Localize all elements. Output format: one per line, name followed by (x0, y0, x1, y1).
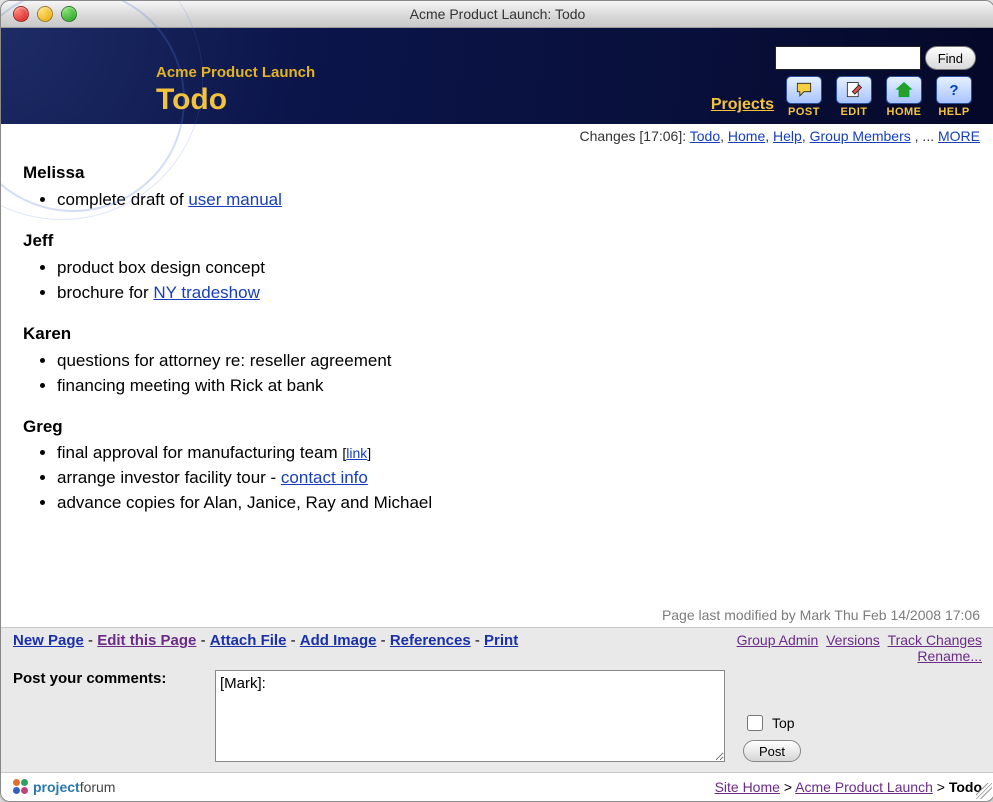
toolbar-label: HOME (887, 106, 922, 118)
page-title: Todo (156, 85, 315, 115)
page-admin-link[interactable]: Group Admin (737, 632, 819, 648)
content-link[interactable]: link (346, 445, 367, 461)
find-button[interactable]: Find (925, 46, 976, 70)
page-action-link[interactable]: Attach File (210, 632, 287, 649)
search-form: Find (775, 46, 976, 70)
section-heading: Greg (23, 416, 974, 439)
page-actions-right: Group Admin Versions Track ChangesRename… (737, 632, 982, 664)
breadcrumb-current: Todo (949, 779, 982, 795)
changes-link[interactable]: Home (728, 128, 765, 144)
content-text: brochure for (57, 283, 153, 302)
toolbar-label: EDIT (840, 106, 867, 118)
todo-item: arrange investor facility tour - contact… (57, 467, 974, 490)
content-link[interactable]: user manual (188, 190, 282, 209)
todo-item: financing meeting with Rick at bank (57, 375, 974, 398)
top-checkbox[interactable] (747, 715, 763, 731)
last-modified: Page last modified by Mark Thu Feb 14/20… (1, 603, 993, 627)
todo-list: final approval for manufacturing team [l… (57, 442, 974, 515)
page-admin-link[interactable]: Rename... (917, 648, 982, 664)
todo-item: questions for attorney re: reseller agre… (57, 350, 974, 373)
changes-prefix: Changes [17:06]: (579, 128, 689, 144)
help-button[interactable]: ? HELP (932, 76, 976, 118)
changes-link[interactable]: Todo (690, 128, 720, 144)
comment-textarea[interactable] (215, 670, 725, 762)
page-admin-link[interactable]: Versions (826, 632, 880, 648)
edit-button[interactable]: EDIT (832, 76, 876, 118)
window-title: Acme Product Launch: Todo (410, 6, 586, 22)
content-text: advance copies for Alan, Janice, Ray and… (57, 493, 432, 512)
post-button[interactable]: POST (782, 76, 826, 118)
content-text: ] (367, 445, 371, 461)
content-text: arrange investor facility tour - (57, 468, 281, 487)
brand[interactable]: projectforum (13, 779, 115, 795)
content-link[interactable]: contact info (281, 468, 368, 487)
todo-item: advance copies for Alan, Janice, Ray and… (57, 492, 974, 515)
projects-link[interactable]: Projects (711, 96, 774, 114)
project-name: Acme Product Launch (156, 64, 315, 81)
top-checkbox-row[interactable]: Top (743, 712, 801, 734)
content-link[interactable]: NY tradeshow (153, 283, 259, 302)
comment-form: Post your comments: Top Post (1, 670, 993, 772)
svg-text:?: ? (949, 82, 958, 99)
breadcrumb-site-home[interactable]: Site Home (715, 779, 780, 795)
more-changes-link[interactable]: MORE (938, 128, 980, 144)
toolbar-label: POST (788, 106, 820, 118)
speech-bubble-icon (786, 76, 822, 104)
brand-text-a: project (33, 779, 80, 795)
content-text: product box design concept (57, 258, 265, 277)
page-action-link[interactable]: References (390, 632, 471, 649)
todo-list: questions for attorney re: reseller agre… (57, 350, 974, 398)
app-header: Acme Product Launch Todo Find Projects P… (1, 28, 993, 124)
content-text: questions for attorney re: reseller agre… (57, 351, 392, 370)
footer: projectforum Site Home > Acme Product La… (1, 772, 993, 801)
page-action-link[interactable]: Edit this Page (97, 632, 196, 649)
page-heading: Acme Product Launch Todo (156, 64, 315, 115)
section-heading: Jeff (23, 230, 974, 253)
changes-ellipsis: , ... (915, 128, 938, 144)
changes-link[interactable]: Help (773, 128, 802, 144)
house-icon (886, 76, 922, 104)
brand-logo-icon (13, 779, 29, 795)
todo-list: product box design concept brochure for N… (57, 257, 974, 305)
todo-item: final approval for manufacturing team [l… (57, 442, 974, 465)
page-actions-left: New Page - Edit this Page - Attach File … (13, 632, 518, 649)
todo-item: brochure for NY tradeshow (57, 282, 974, 305)
page-content: Melissacomplete draft of user manualJeff… (1, 146, 993, 603)
content-text: final approval for manufacturing team (57, 443, 342, 462)
home-button[interactable]: HOME (882, 76, 926, 118)
page-action-link[interactable]: Add Image (300, 632, 377, 649)
page-actions-bar: New Page - Edit this Page - Attach File … (1, 627, 993, 670)
breadcrumb: Site Home > Acme Product Launch > Todo (715, 779, 982, 795)
comment-prompt: Post your comments: (13, 670, 203, 687)
todo-item: complete draft of user manual (57, 189, 974, 212)
brand-text-b: forum (80, 779, 116, 795)
todo-item: product box design concept (57, 257, 974, 280)
todo-list: complete draft of user manual (57, 189, 974, 212)
page-action-link[interactable]: Print (484, 632, 518, 649)
section-heading: Karen (23, 323, 974, 346)
pencil-page-icon (836, 76, 872, 104)
app-window: Acme Product Launch: Todo Acme Product L… (0, 0, 993, 802)
header-toolbar: POST EDIT HOME ? HELP (782, 76, 976, 118)
toolbar-label: HELP (938, 106, 969, 118)
post-comment-button[interactable]: Post (743, 740, 801, 762)
page-action-link[interactable]: New Page (13, 632, 84, 649)
question-mark-icon: ? (936, 76, 972, 104)
page-admin-link[interactable]: Track Changes (888, 632, 982, 648)
search-input[interactable] (775, 46, 921, 70)
content-text: financing meeting with Rick at bank (57, 376, 323, 395)
breadcrumb-project[interactable]: Acme Product Launch (795, 779, 933, 795)
top-label: Top (772, 715, 795, 731)
changes-link[interactable]: Group Members (810, 128, 911, 144)
